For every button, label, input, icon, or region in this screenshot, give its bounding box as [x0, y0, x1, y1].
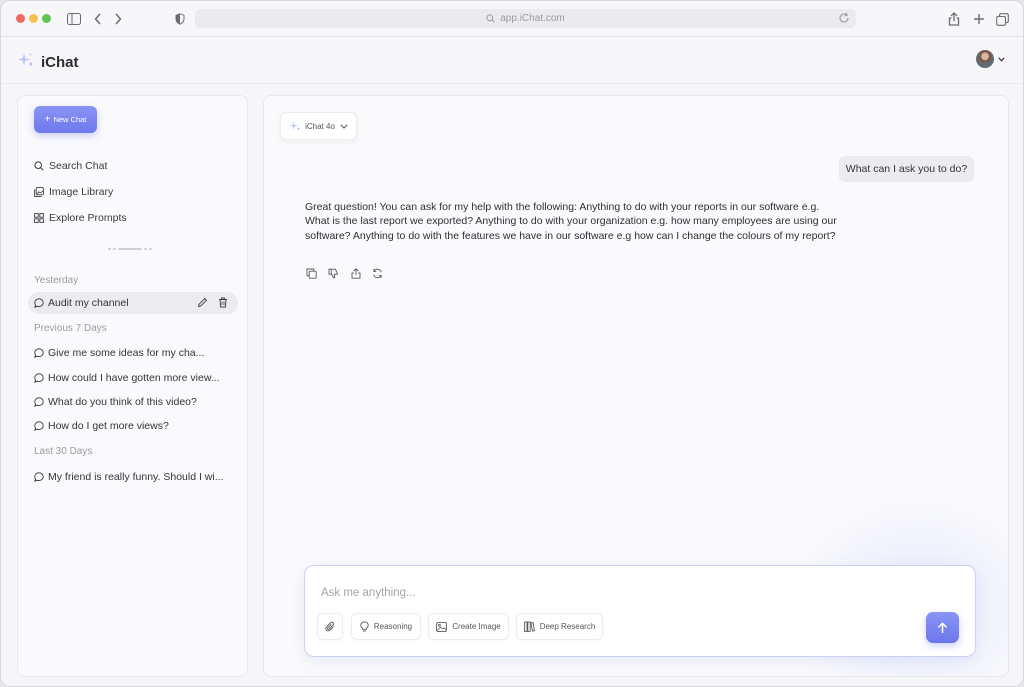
chat-bubble-icon	[34, 298, 44, 308]
chat-bubble-icon	[34, 472, 44, 482]
chat-title: Give me some ideas for my cha...	[48, 347, 205, 359]
address-bar[interactable]: app.iChat.com	[195, 9, 856, 28]
user-message: What can I ask you to do?	[839, 156, 974, 182]
section-label-previous-7-days: Previous 7 Days	[34, 323, 107, 334]
new-tab-icon[interactable]	[970, 10, 988, 28]
app-logo[interactable]: iChat	[17, 51, 79, 74]
tool-label: Deep Research	[539, 622, 596, 631]
chat-history-item[interactable]: My friend is really funny. Should I wi..…	[28, 466, 238, 488]
account-menu[interactable]	[976, 50, 1005, 68]
message-actions	[305, 267, 384, 280]
divider	[108, 248, 156, 250]
section-label-yesterday: Yesterday	[34, 275, 79, 286]
deep-research-button[interactable]: Deep Research	[516, 613, 603, 640]
app-header: iChat	[1, 37, 1023, 84]
model-label: iChat 4o	[305, 121, 335, 131]
paperclip-icon	[324, 621, 334, 631]
chat-title: How do I get more views?	[48, 420, 169, 432]
sparkle-icon	[289, 120, 301, 132]
share-icon[interactable]	[349, 267, 362, 280]
search-icon	[34, 161, 44, 171]
close-window-button[interactable]	[16, 14, 25, 23]
chat-title: What do you think of this video?	[48, 396, 197, 408]
plus-icon: +	[44, 114, 51, 125]
chat-history-item[interactable]: How could I have gotten more view...	[28, 367, 238, 389]
sidebar-toggle-icon[interactable]	[65, 10, 83, 28]
grid-icon	[34, 213, 44, 223]
back-icon[interactable]	[89, 10, 107, 28]
sparkle-icon	[17, 51, 35, 74]
forward-icon[interactable]	[109, 10, 127, 28]
lightbulb-icon	[360, 621, 369, 632]
new-chat-label: New Chat	[53, 115, 87, 124]
regenerate-icon[interactable]	[371, 267, 384, 280]
sidebar-item-label: Image Library	[49, 186, 114, 198]
chat-title: How could I have gotten more view...	[48, 372, 220, 384]
maximize-window-button[interactable]	[42, 14, 51, 23]
chat-title: My friend is really funny. Should I wi..…	[48, 471, 224, 483]
reasoning-button[interactable]: Reasoning	[351, 613, 421, 640]
chat-bubble-icon	[34, 348, 44, 358]
chat-history-item[interactable]: What do you think of this video?	[28, 391, 238, 413]
tool-label: Reasoning	[373, 622, 413, 631]
app-name: iChat	[41, 54, 79, 71]
chat-bubble-icon	[34, 373, 44, 383]
message-composer[interactable]: Ask me anything... Reasoning Create Imag…	[304, 565, 976, 657]
sidebar-item-label: Search Chat	[49, 160, 108, 172]
image-icon	[436, 621, 448, 632]
sidebar-item-label: Explore Prompts	[49, 212, 127, 224]
section-label-last-30-days: Last 30 Days	[34, 446, 93, 457]
books-icon	[523, 621, 535, 632]
chat-history-item[interactable]: How do I get more views?	[28, 415, 238, 437]
shield-icon[interactable]	[171, 10, 189, 28]
arrow-up-icon	[937, 621, 948, 633]
share-icon[interactable]	[945, 10, 963, 28]
search-icon	[486, 14, 496, 23]
image-library-icon	[34, 187, 44, 197]
chat-title: Audit my channel	[48, 297, 129, 309]
trash-icon[interactable]	[218, 297, 232, 311]
attach-button[interactable]	[317, 613, 343, 640]
send-button[interactable]	[926, 612, 959, 643]
create-image-button[interactable]: Create Image	[428, 613, 509, 640]
address-url: app.iChat.com	[500, 13, 565, 24]
chat-history-item[interactable]: Audit my channel	[28, 292, 238, 314]
minimize-window-button[interactable]	[29, 14, 38, 23]
message-input[interactable]: Ask me anything...	[321, 587, 416, 599]
avatar	[976, 50, 994, 68]
sidebar: + New Chat Search Chat Image Library Exp…	[17, 95, 248, 677]
chat-bubble-icon	[34, 421, 44, 431]
chat-history-item[interactable]: Give me some ideas for my cha...	[28, 342, 238, 364]
chat-panel: iChat 4o What can I ask you to do? Great…	[263, 95, 1009, 677]
model-selector[interactable]: iChat 4o	[280, 112, 357, 140]
chevron-down-icon	[998, 56, 1005, 62]
chevron-down-icon	[340, 123, 348, 129]
copy-icon[interactable]	[305, 267, 318, 280]
reload-icon[interactable]	[838, 12, 850, 24]
thumbs-down-icon[interactable]	[327, 267, 340, 280]
tool-label: Create Image	[452, 622, 501, 631]
sidebar-item-explore-prompts[interactable]: Explore Prompts	[34, 210, 127, 226]
sidebar-item-search-chat[interactable]: Search Chat	[34, 158, 107, 174]
chat-bubble-icon	[34, 397, 44, 407]
new-chat-button[interactable]: + New Chat	[34, 106, 97, 133]
browser-toolbar: app.iChat.com	[1, 1, 1023, 37]
assistant-message: Great question! You can ask for my help …	[305, 201, 837, 242]
sidebar-item-image-library[interactable]: Image Library	[34, 184, 113, 200]
edit-icon[interactable]	[197, 297, 212, 311]
browser-window: app.iChat.com iChat + New Chat Search Ch…	[0, 0, 1024, 687]
tabs-overview-icon[interactable]	[993, 10, 1011, 28]
